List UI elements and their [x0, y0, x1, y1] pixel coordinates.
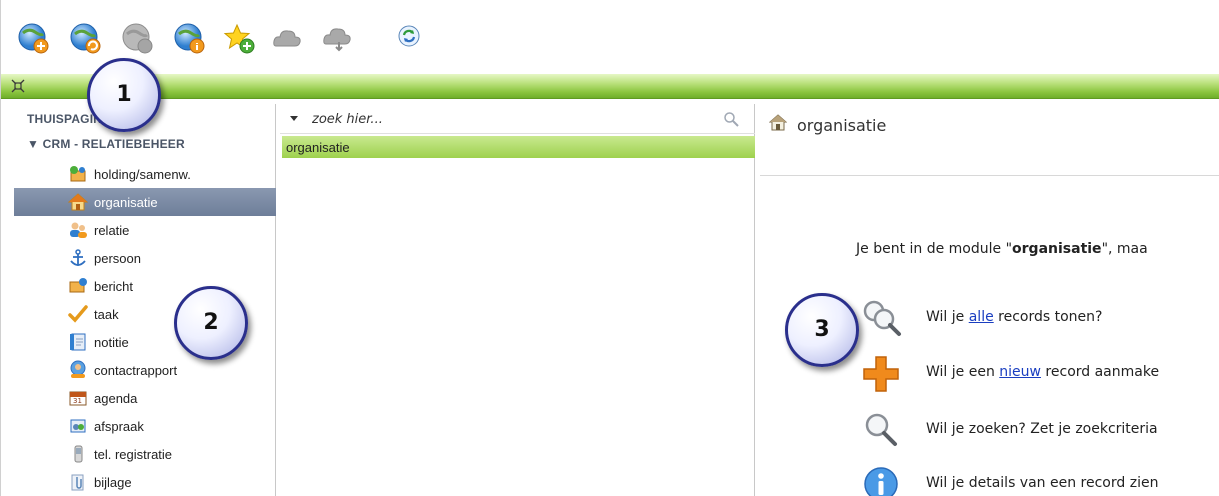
action-text-before: Wil je een — [926, 364, 1000, 380]
sidebar-item-label: relatie — [94, 223, 130, 238]
search-icon[interactable] — [723, 111, 739, 127]
sidebar-item-tel-registratie[interactable]: tel. registratie — [14, 440, 276, 468]
sidebar-item-label: contactrapport — [94, 363, 178, 378]
sidebar-item-label: persoon — [94, 251, 141, 266]
globe-info-icon[interactable] — [173, 22, 205, 54]
intro-module-name: organisatie — [1012, 241, 1102, 257]
info-icon — [860, 464, 902, 496]
page-title: organisatie — [797, 116, 887, 135]
message-icon — [68, 276, 88, 296]
sidebar-item-relatie[interactable]: relatie — [14, 216, 276, 244]
phone-icon — [68, 444, 88, 464]
action-text: Wil je een nieuw record aanmake — [926, 364, 1159, 380]
action-text-after: record aanmake — [1040, 364, 1160, 380]
sidebar-item-afspraak[interactable]: afspraak — [14, 412, 276, 440]
action-new-record: Wil je een nieuw record aanmake — [860, 353, 1219, 393]
sidebar-item-label: agenda — [94, 391, 138, 406]
callout-2: 2 — [174, 286, 248, 360]
sidebar-item-agenda[interactable]: 31 agenda — [14, 384, 276, 412]
dropdown-caret-icon[interactable] — [289, 113, 299, 123]
globe-disabled-icon[interactable] — [121, 22, 153, 54]
sidebar-item-label: organisatie — [94, 195, 158, 210]
appointment-icon — [68, 416, 88, 436]
sidebar-item-label: afspraak — [94, 419, 144, 434]
people-icon — [68, 220, 88, 240]
results-pane: organisatie — [280, 104, 755, 496]
contact-icon — [68, 360, 88, 380]
action-text: Wil je alle records tonen? — [926, 309, 1102, 325]
globe-refresh-icon[interactable] — [69, 22, 101, 54]
sidebar-item-organisatie[interactable]: organisatie — [14, 188, 276, 216]
house-icon — [769, 114, 787, 131]
anchor-icon — [68, 248, 88, 268]
action-text: Wil je zoeken? Zet je zoekcriteria — [926, 421, 1158, 437]
action-search: Wil je zoeken? Zet je zoekcriteria — [860, 410, 1219, 450]
magnifier-icon — [860, 410, 902, 450]
star-add-icon[interactable] — [223, 22, 255, 54]
globe-add-icon[interactable] — [17, 22, 49, 54]
toolbar — [1, 0, 1219, 74]
search-bar — [280, 104, 755, 134]
calendar-icon: 31 — [68, 388, 88, 408]
sidebar-item-holding[interactable]: holding/samenw. — [14, 160, 276, 188]
module-intro: Je bent in de module "organisatie", maa — [856, 241, 1148, 257]
cloud-disabled-icon[interactable] — [271, 22, 303, 54]
collapse-arrows-icon[interactable] — [10, 78, 26, 94]
sync-icon[interactable] — [397, 24, 421, 48]
intro-suffix: ", maa — [1101, 241, 1148, 257]
notebook-icon — [68, 332, 88, 352]
callout-number: 1 — [116, 82, 132, 107]
action-text-before: Wil je — [926, 309, 969, 325]
sidebar-item-contactrapport[interactable]: contactrapport — [14, 356, 276, 384]
callout-number: 3 — [814, 317, 830, 342]
search-records-icon — [860, 298, 902, 338]
action-details: Wil je details van een record zien — [860, 464, 1219, 496]
sidebar-item-label: tel. registratie — [94, 447, 173, 462]
sidebar-item-persoon[interactable]: persoon — [14, 244, 276, 272]
callout-number: 2 — [203, 310, 219, 335]
module-bar — [1, 74, 1219, 99]
sidebar-item-label: bijlage — [94, 475, 132, 490]
check-icon — [68, 304, 88, 324]
detail-header: organisatie — [760, 104, 1219, 176]
show-all-link[interactable]: alle — [969, 309, 994, 325]
sidebar-item-label: taak — [94, 307, 119, 322]
callout-1: 1 — [87, 58, 161, 132]
callout-3: 3 — [785, 293, 859, 367]
sidebar-item-label: bericht — [94, 279, 134, 294]
app-window: THUISPAGINA ▼ CRM - RELATIEBEHEER holdin… — [0, 0, 1219, 496]
sidebar-section-crm[interactable]: ▼ CRM - RELATIEBEHEER — [27, 137, 185, 151]
holding-icon — [68, 164, 88, 184]
sidebar-item-bijlage[interactable]: bijlage — [14, 468, 276, 496]
svg-text:31: 31 — [73, 397, 82, 405]
sidebar-item-label: notitie — [94, 335, 129, 350]
action-show-all: Wil je alle records tonen? — [860, 298, 1219, 338]
action-text: Wil je details van een record zien — [926, 475, 1159, 491]
sidebar-item-label: holding/samenw. — [94, 167, 191, 182]
cloud-arrow-disabled-icon[interactable] — [321, 22, 353, 54]
new-record-link[interactable]: nieuw — [999, 364, 1041, 380]
intro-prefix: Je bent in de module " — [856, 241, 1013, 257]
action-text-after: records tonen? — [993, 309, 1103, 325]
list-item-label: organisatie — [286, 140, 350, 155]
attachment-icon — [68, 472, 88, 492]
list-item[interactable]: organisatie — [282, 136, 755, 158]
plus-icon — [860, 353, 902, 393]
house-icon — [68, 192, 88, 212]
search-input[interactable] — [312, 108, 712, 130]
